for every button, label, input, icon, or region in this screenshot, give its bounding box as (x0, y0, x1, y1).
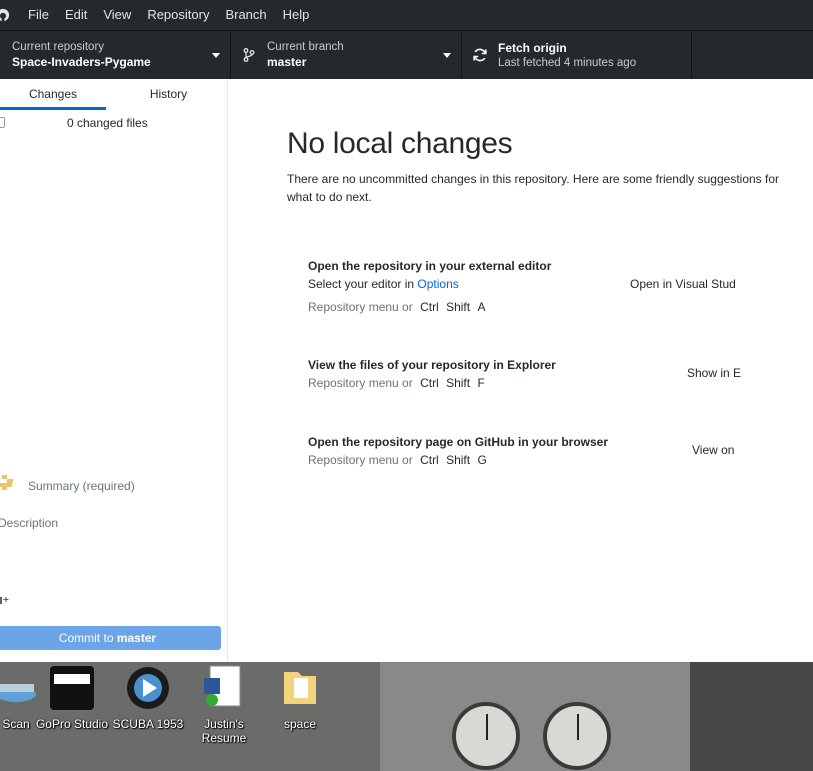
desktop-icon-label: GoPro Studio (35, 717, 109, 731)
action-title: Open the repository page on GitHub in yo… (308, 435, 609, 449)
action-shortcut: Repository menu or Ctrl Shift A (308, 298, 813, 316)
action-show-in-explorer: View the files of your repository in Exp… (308, 356, 813, 392)
action-view-on-github: Open the repository page on GitHub in yo… (308, 433, 813, 469)
menu-branch[interactable]: Branch (217, 0, 274, 30)
desktop-icon-scuba[interactable]: SCUBA 1953 (108, 664, 188, 731)
chevron-down-icon (212, 53, 220, 58)
menu-bar: File Edit View Repository Branch Help (0, 0, 813, 30)
desktop-icon-label: space (283, 717, 317, 731)
commit-button[interactable]: Commit to master (0, 626, 221, 650)
action-shortcut: Repository menu or Ctrl Shift G (308, 451, 813, 469)
avatar (0, 475, 13, 490)
menu-file[interactable]: File (20, 0, 57, 30)
fetch-origin-button[interactable]: Fetch origin Last fetched 4 minutes ago (462, 31, 692, 79)
changes-sidebar: Changes History 0 changed files Summary … (0, 79, 227, 662)
sync-icon (473, 48, 487, 62)
shortcut-prefix: Repository menu or (308, 300, 413, 314)
commit-button-branch: master (116, 631, 157, 645)
key-g: G (477, 453, 487, 467)
wallpaper-right (690, 662, 813, 771)
current-branch-label: Current branch (267, 41, 344, 53)
shortcut-prefix: Repository menu or (308, 453, 413, 467)
tab-history[interactable]: History (112, 79, 225, 110)
gauge-image (452, 702, 520, 770)
page-description: There are no uncommitted changes in this… (287, 172, 780, 204)
toolbar: Current repository Space-Invaders-Pygame… (0, 30, 813, 79)
description-input[interactable]: Description (0, 516, 58, 530)
action-open-in-editor: Open the repository in your external edi… (308, 257, 813, 316)
gopro-icon (50, 666, 94, 710)
current-branch-button[interactable]: Current branch master (231, 31, 462, 79)
key-ctrl: Ctrl (420, 376, 439, 390)
key-a: A (477, 300, 486, 314)
action-subtitle: Select your editor in Options (308, 275, 813, 293)
chevron-down-icon (443, 53, 451, 58)
desktop-icon-label: SCUBA 1953 (112, 717, 184, 731)
select-all-checkbox[interactable] (0, 117, 5, 128)
desktop-background: Scan GoPro Studio SCUBA 1953 Justin's Re… (0, 662, 813, 771)
commit-button-prefix: Commit to (58, 631, 117, 645)
open-in-editor-button[interactable]: Open in Visual Stud (630, 277, 736, 291)
show-in-explorer-button[interactable]: Show in E (687, 366, 741, 380)
menu-view[interactable]: View (95, 0, 139, 30)
action-title: Open the repository in your external edi… (308, 259, 552, 273)
github-desktop-window: File Edit View Repository Branch Help Cu… (0, 0, 813, 662)
tab-changes[interactable]: Changes (0, 79, 106, 110)
desktop-icon-space[interactable]: space (260, 664, 340, 731)
current-repository-label: Current repository (12, 41, 105, 53)
desktop-icon-gopro-studio[interactable]: GoPro Studio (32, 664, 112, 731)
action-subtitle-text: Select your editor in (308, 277, 418, 291)
person-icon (0, 597, 2, 604)
key-ctrl: Ctrl (420, 453, 439, 467)
changed-files-count: 0 changed files (67, 116, 148, 130)
media-player-icon (127, 667, 169, 709)
summary-input[interactable]: Summary (required) (28, 479, 135, 493)
key-shift: Shift (446, 453, 471, 467)
key-ctrl: Ctrl (420, 300, 439, 314)
coauthor-plus: + (3, 595, 9, 606)
desktop-icon-resume[interactable]: Justin's Resume (184, 664, 264, 745)
key-shift: Shift (446, 376, 471, 390)
key-shift: Shift (446, 300, 471, 314)
git-branch-icon (243, 48, 255, 62)
word-document-icon (204, 665, 241, 707)
desktop-icon-label: Justin's Resume (201, 717, 247, 745)
github-logo-icon (0, 8, 10, 22)
fetch-origin-label: Fetch origin (498, 41, 567, 55)
no-changes-view: No local changes There are no uncommitte… (228, 79, 813, 662)
menu-edit[interactable]: Edit (57, 0, 95, 30)
current-repository-button[interactable]: Current repository Space-Invaders-Pygame (0, 31, 231, 79)
menu-help[interactable]: Help (275, 0, 318, 30)
view-on-github-button[interactable]: View on (692, 443, 734, 457)
shortcut-prefix: Repository menu or (308, 376, 413, 390)
folder-icon (284, 672, 316, 704)
changed-files-header: 0 changed files (0, 115, 227, 133)
current-branch-name: master (267, 55, 307, 69)
options-link[interactable]: Options (417, 277, 458, 291)
menu-repository[interactable]: Repository (139, 0, 217, 30)
sidebar-tabs: Changes History (0, 79, 227, 110)
current-repository-name: Space-Invaders-Pygame (12, 55, 151, 69)
gauge-image (543, 702, 611, 770)
page-title: No local changes (287, 127, 513, 160)
wallpaper-middle (380, 662, 700, 771)
key-f: F (477, 376, 485, 390)
add-coauthor-button[interactable]: + (0, 595, 9, 606)
last-fetched-status: Last fetched 4 minutes ago (498, 57, 637, 69)
